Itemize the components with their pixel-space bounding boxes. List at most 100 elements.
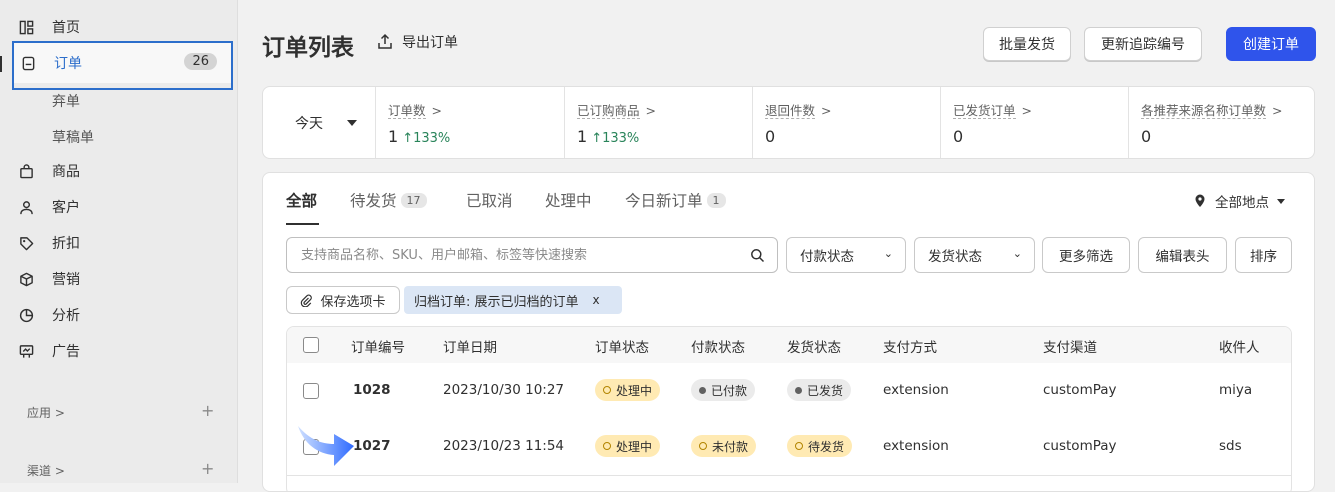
stat-label: 已订购商品 bbox=[577, 103, 640, 119]
period-label: 今天 bbox=[295, 115, 323, 132]
add-channel-icon[interactable]: + bbox=[201, 459, 214, 478]
stat-value: 0 bbox=[953, 127, 964, 146]
filter-label: 发货状态 bbox=[928, 249, 982, 265]
table-row[interactable]: 1028 2023/10/30 10:27 处理中 已付款 已发货 extens… bbox=[287, 363, 1291, 420]
more-filters-button[interactable]: 更多筛选 bbox=[1042, 237, 1130, 273]
export-orders-button[interactable]: 导出订单 bbox=[376, 32, 458, 52]
sidebar-item-label: 营销 bbox=[52, 272, 80, 288]
page-title: 订单列表 bbox=[262, 35, 354, 61]
select-all-checkbox[interactable] bbox=[303, 337, 319, 353]
sidebar-item-marketing[interactable]: 营销 bbox=[18, 262, 80, 296]
caret-down-icon bbox=[1277, 198, 1285, 204]
sidebar-item-customers[interactable]: 客户 bbox=[18, 190, 80, 224]
sidebar-item-ads[interactable]: 广告 bbox=[18, 334, 80, 368]
stat-shipped[interactable]: 已发货订单 > 0 bbox=[940, 87, 1128, 158]
add-app-icon[interactable]: + bbox=[201, 401, 214, 420]
sidebar-item-orders[interactable]: 订单 26 bbox=[12, 41, 233, 90]
stat-value: 1 bbox=[388, 127, 399, 146]
orders-table: 订单编号 订单日期 订单状态 付款状态 发货状态 支付方式 支付渠道 收件人 1… bbox=[286, 326, 1292, 491]
location-pin-icon bbox=[1195, 194, 1205, 207]
export-icon bbox=[378, 33, 392, 49]
shipping-status-filter[interactable]: 发货状态 ⌄ bbox=[914, 237, 1035, 273]
chevron-down-icon: ⌄ bbox=[883, 247, 893, 260]
chevron-right-icon: > bbox=[1272, 103, 1283, 118]
payment-status-badge: 未付款 bbox=[691, 435, 757, 457]
sidebar-item-label: 首页 bbox=[52, 20, 80, 36]
sidebar-item-label: 订单 bbox=[54, 56, 82, 72]
chevron-down-icon: ⌄ bbox=[1012, 247, 1022, 260]
stat-products-ordered[interactable]: 已订购商品 > 1 ↑133% bbox=[564, 87, 752, 158]
stat-orders[interactable]: 订单数 > 1 ↑133% bbox=[375, 87, 564, 158]
export-label: 导出订单 bbox=[402, 35, 458, 51]
search-box bbox=[286, 237, 778, 273]
recipient: miya bbox=[1219, 382, 1253, 398]
bulk-ship-button[interactable]: 批量发货 bbox=[983, 27, 1071, 61]
order-date: 2023/10/30 10:27 bbox=[443, 382, 565, 398]
sidebar-item-abandoned[interactable]: 弃单 bbox=[52, 91, 80, 111]
sidebar-item-label: 折扣 bbox=[52, 236, 80, 252]
recipient: sds bbox=[1219, 438, 1242, 454]
payment-channel: customPay bbox=[1043, 438, 1117, 454]
apps-section-header[interactable]: 应用 > bbox=[27, 404, 65, 421]
order-status-badge: 处理中 bbox=[595, 379, 661, 401]
orders-count-badge: 26 bbox=[184, 53, 217, 70]
stat-label: 退回件数 bbox=[765, 103, 816, 119]
update-tracking-button[interactable]: 更新追踪编号 bbox=[1084, 27, 1202, 61]
sidebar-item-label: 广告 bbox=[52, 344, 80, 360]
location-selector[interactable]: 全部地点 bbox=[1193, 191, 1285, 211]
active-filter-chip: 归档订单: 展示已归档的订单 x bbox=[404, 286, 622, 314]
remove-filter-icon[interactable]: x bbox=[593, 293, 600, 307]
column-header[interactable]: 支付渠道 bbox=[1043, 336, 1097, 356]
search-icon[interactable] bbox=[750, 248, 765, 263]
column-header[interactable]: 发货状态 bbox=[787, 336, 841, 356]
stat-delta: ↑133% bbox=[402, 131, 451, 146]
payment-channel: customPay bbox=[1043, 382, 1117, 398]
sidebar-item-label: 商品 bbox=[52, 164, 80, 180]
sidebar-item-drafts[interactable]: 草稿单 bbox=[52, 127, 94, 147]
tab-all[interactable]: 全部 bbox=[286, 189, 317, 211]
stat-referral[interactable]: 各推荐来源名称订单数 > 0 bbox=[1128, 87, 1314, 158]
search-input[interactable] bbox=[299, 246, 743, 264]
table-row[interactable]: 1027 2023/10/23 11:54 处理中 未付款 待发货 extens… bbox=[287, 419, 1291, 476]
save-tab-button[interactable]: 保存选项卡 bbox=[286, 286, 400, 314]
stats-bar: 今天 订单数 > 1 ↑133% 已订购商品 > 1 ↑133% 退回件数 > 0 已发货… bbox=[262, 86, 1315, 159]
column-header[interactable]: 订单编号 bbox=[351, 336, 405, 356]
order-id[interactable]: 1028 bbox=[353, 382, 391, 398]
payment-method: extension bbox=[883, 382, 949, 398]
sidebar-item-products[interactable]: 商品 bbox=[18, 154, 80, 188]
pie-chart-icon bbox=[18, 307, 34, 323]
tag-icon bbox=[18, 235, 34, 251]
sidebar-item-discounts[interactable]: 折扣 bbox=[18, 226, 80, 260]
edit-columns-button[interactable]: 编辑表头 bbox=[1138, 237, 1227, 273]
active-tab-underline bbox=[286, 223, 319, 225]
column-header[interactable]: 收件人 bbox=[1219, 336, 1260, 356]
tab-cancelled[interactable]: 已取消 bbox=[466, 189, 513, 211]
sidebar-item-home[interactable]: 首页 bbox=[18, 10, 80, 44]
order-status-badge: 处理中 bbox=[595, 435, 661, 457]
row-checkbox[interactable] bbox=[303, 383, 319, 399]
stat-label: 订单数 bbox=[388, 103, 426, 119]
column-header[interactable]: 订单状态 bbox=[595, 336, 649, 356]
period-selector[interactable]: 今天 bbox=[263, 87, 375, 158]
tab-count-badge: 17 bbox=[400, 192, 427, 208]
column-header[interactable]: 支付方式 bbox=[883, 336, 937, 356]
tab-processing[interactable]: 处理中 bbox=[545, 189, 592, 211]
create-order-button[interactable]: 创建订单 bbox=[1226, 27, 1316, 61]
channels-section-header[interactable]: 渠道 > bbox=[27, 462, 65, 479]
order-id[interactable]: 1027 bbox=[353, 438, 391, 454]
active-indicator bbox=[0, 56, 2, 72]
stat-value: 1 bbox=[577, 127, 588, 146]
sidebar-item-analytics[interactable]: 分析 bbox=[18, 298, 80, 332]
table-header: 订单编号 订单日期 订单状态 付款状态 发货状态 支付方式 支付渠道 收件人 bbox=[287, 327, 1291, 364]
column-header[interactable]: 付款状态 bbox=[691, 336, 745, 356]
stat-value: 0 bbox=[765, 127, 776, 146]
column-header[interactable]: 订单日期 bbox=[443, 336, 497, 356]
sort-button[interactable]: 排序 bbox=[1235, 237, 1292, 273]
tab-new-today[interactable]: 今日新订单 1 bbox=[625, 189, 726, 211]
tab-to-ship[interactable]: 待发货 17 bbox=[350, 189, 427, 211]
sidebar-item-label: 客户 bbox=[52, 200, 80, 216]
save-tab-label: 保存选项卡 bbox=[320, 294, 386, 310]
tab-count-badge: 1 bbox=[706, 192, 726, 208]
stat-returns[interactable]: 退回件数 > 0 bbox=[752, 87, 940, 158]
payment-status-filter[interactable]: 付款状态 ⌄ bbox=[786, 237, 906, 273]
